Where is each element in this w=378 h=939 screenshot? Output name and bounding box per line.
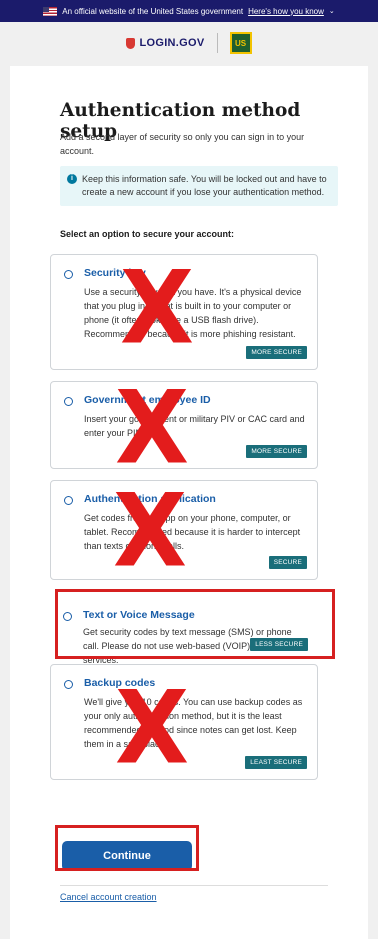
security-badge: SECURE <box>268 556 307 569</box>
cancel-account-creation-link[interactable]: Cancel account creation <box>60 892 157 902</box>
us-flag-icon <box>43 6 58 16</box>
intro-text: Add a second layer of security so only y… <box>60 132 305 156</box>
gov-banner: An official website of the United States… <box>0 0 378 22</box>
cross-out-mark-security-key: X <box>120 249 195 367</box>
cross-out-mark-auth-app: X <box>113 472 188 590</box>
gov-banner-text: An official website of the United States… <box>62 6 244 16</box>
cross-out-mark-backup-codes: X <box>115 669 190 787</box>
radio-button[interactable] <box>64 397 73 406</box>
logo-text: LOGIN.GOV <box>139 37 205 49</box>
header-divider <box>216 33 218 53</box>
radio-button[interactable] <box>64 680 73 689</box>
info-alert: i Keep this information safe. You will b… <box>60 166 338 206</box>
option-description: Use a security key that you have. It's a… <box>84 287 302 339</box>
radio-button[interactable] <box>64 496 73 505</box>
login-gov-logo: LOGIN.GOV <box>126 37 204 49</box>
site-header: LOGIN.GOV US <box>0 22 378 64</box>
agency-logo: US <box>229 32 252 54</box>
alert-text: Keep this information safe. You will be … <box>82 174 327 197</box>
highlight-text-voice-option <box>55 589 335 659</box>
radio-button[interactable] <box>64 270 73 279</box>
highlight-continue-button <box>55 825 199 871</box>
security-badge: MORE SECURE <box>246 445 307 458</box>
agency-logo-text: US <box>234 38 247 48</box>
security-badge: MORE SECURE <box>246 346 307 359</box>
cross-out-mark-government-id: X <box>115 369 190 487</box>
info-icon: i <box>67 174 77 184</box>
divider <box>60 885 328 886</box>
security-badge: LEAST SECURE <box>245 756 307 769</box>
shield-icon <box>126 37 136 49</box>
chevron-down-icon[interactable]: ⌄ <box>329 7 335 15</box>
select-label: Select an option to secure your account: <box>60 229 235 239</box>
heres-how-you-know-link[interactable]: Here's how you know <box>248 7 324 16</box>
